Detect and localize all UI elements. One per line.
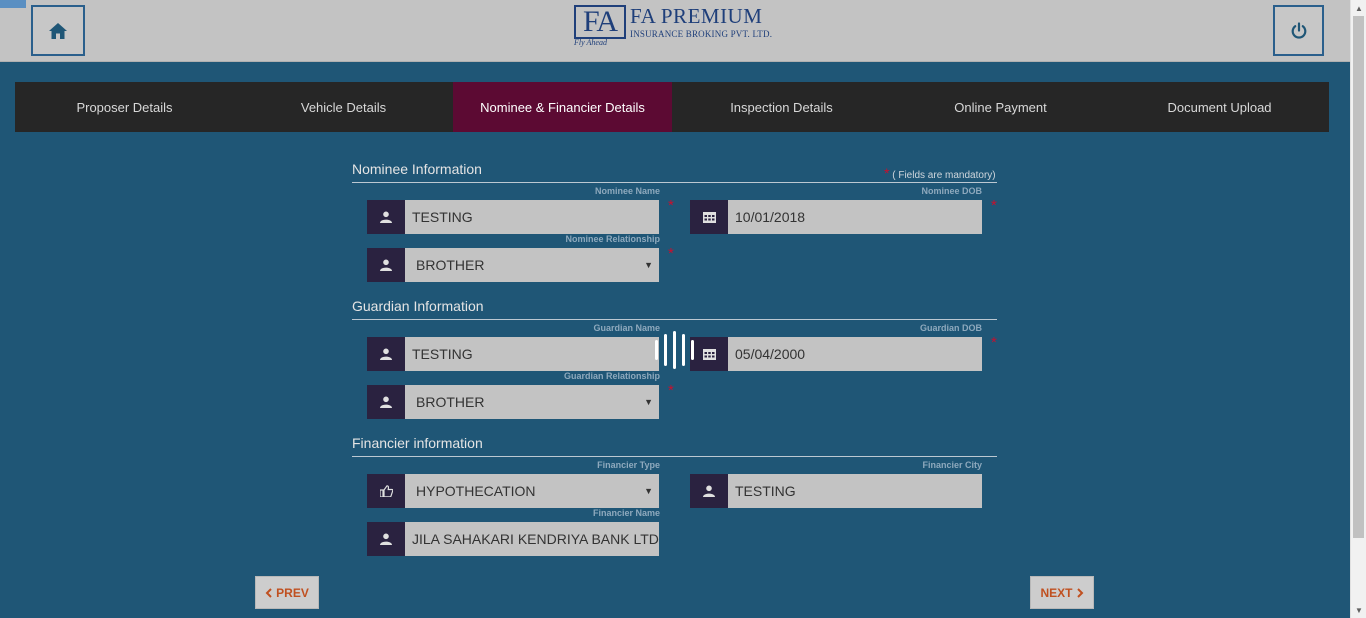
next-button-label: NEXT [1040, 585, 1073, 600]
thumbs-up-icon [367, 474, 405, 508]
nominee-name-input[interactable]: TESTING [405, 200, 659, 234]
user-icon [367, 522, 405, 556]
financier-name-input[interactable]: JILA SAHAKARI KENDRIYA BANK LTD [405, 522, 659, 556]
nominee-name-label: Nominee Name [594, 186, 660, 196]
financier-city-field: TESTING [690, 474, 982, 508]
dropdown-arrow-icon: ▼ [644, 397, 653, 407]
mandatory-note-text: ( Fields are mandatory) [892, 170, 996, 181]
guardian-name-field: TESTING [367, 337, 659, 371]
logout-button[interactable] [1273, 5, 1324, 56]
required-marker: * [991, 334, 997, 351]
financier-city-label: Financier City [922, 460, 982, 470]
mandatory-note: * ( Fields are mandatory) [884, 165, 996, 181]
user-icon [367, 385, 405, 419]
nominee-dob-label: Nominee DOB [921, 186, 982, 196]
top-header: FA Fly Ahead FA PREMIUM INSURANCE BROKIN… [0, 0, 1350, 62]
chevron-right-icon [1076, 587, 1083, 598]
nominee-relationship-select[interactable]: BROTHER ▼ [405, 248, 659, 282]
step-tabs: Proposer Details Vehicle Details Nominee… [15, 82, 1329, 132]
mandatory-star: * [884, 165, 890, 181]
guardian-relationship-select[interactable]: BROTHER ▼ [405, 385, 659, 419]
tab-vehicle-details[interactable]: Vehicle Details [234, 82, 453, 132]
financier-section-title: Financier information [352, 435, 483, 451]
financier-name-label: Financier Name [592, 508, 660, 518]
required-marker: * [668, 245, 674, 262]
company-logo: FA Fly Ahead FA PREMIUM INSURANCE BROKIN… [574, 5, 772, 49]
voice-wave-icon[interactable] [655, 331, 694, 369]
financier-type-field: HYPOTHECATION ▼ [367, 474, 659, 508]
required-marker: * [668, 197, 674, 214]
home-icon [49, 22, 67, 39]
financier-name-field: JILA SAHAKARI KENDRIYA BANK LTD [367, 522, 659, 556]
guardian-dob-input[interactable]: 05/04/2000 [728, 337, 982, 371]
financier-type-value: HYPOTHECATION [416, 483, 536, 499]
user-icon [367, 200, 405, 234]
vertical-scrollbar[interactable]: ▲ ▼ [1350, 0, 1366, 618]
tab-inspection-details[interactable]: Inspection Details [672, 82, 891, 132]
guardian-section-title: Guardian Information [352, 298, 484, 314]
guardian-dob-field: 05/04/2000 [690, 337, 982, 371]
nominee-dob-input[interactable]: 10/01/2018 [728, 200, 982, 234]
guardian-relationship-label: Guardian Relationship [563, 371, 660, 381]
nominee-relationship-label: Nominee Relationship [565, 234, 660, 244]
scroll-up-icon[interactable]: ▲ [1351, 0, 1366, 16]
nominee-dob-field: 10/01/2018 [690, 200, 982, 234]
nominee-relationship-field: BROTHER ▼ [367, 248, 659, 282]
scroll-down-icon[interactable]: ▼ [1351, 602, 1366, 618]
financier-city-input[interactable]: TESTING [728, 474, 982, 508]
guardian-name-label: Guardian Name [593, 323, 660, 333]
dropdown-arrow-icon: ▼ [644, 486, 653, 496]
guardian-relationship-field: BROTHER ▼ [367, 385, 659, 419]
financier-section-divider [352, 456, 997, 457]
nominee-section-divider [352, 182, 997, 183]
financier-type-label: Financier Type [597, 460, 660, 470]
financier-type-select[interactable]: HYPOTHECATION ▼ [405, 474, 659, 508]
required-marker: * [668, 382, 674, 399]
required-marker: * [991, 197, 997, 214]
user-icon [367, 248, 405, 282]
logo-tagline: Fly Ahead [574, 38, 607, 47]
logo-title: FA PREMIUM [630, 4, 763, 28]
corner-mark [0, 0, 26, 8]
calendar-icon [690, 200, 728, 234]
guardian-dob-label: Guardian DOB [919, 323, 982, 333]
calendar-icon [690, 337, 728, 371]
nominee-section-title: Nominee Information [352, 161, 482, 177]
tab-online-payment[interactable]: Online Payment [891, 82, 1110, 132]
chevron-left-icon [265, 587, 272, 598]
nominee-name-field: TESTING [367, 200, 659, 234]
scroll-thumb[interactable] [1353, 16, 1364, 538]
logo-subtitle: INSURANCE BROKING PVT. LTD. [630, 29, 773, 39]
nominee-relationship-value: BROTHER [416, 257, 485, 273]
guardian-section-divider [352, 319, 997, 320]
logo-mark: FA [574, 5, 626, 39]
user-icon [690, 474, 728, 508]
tab-nominee-financier-details[interactable]: Nominee & Financier Details [453, 82, 672, 132]
user-icon [367, 337, 405, 371]
guardian-name-input[interactable]: TESTING [405, 337, 659, 371]
power-icon [1291, 21, 1306, 39]
next-button[interactable]: NEXT [1030, 576, 1094, 609]
tab-proposer-details[interactable]: Proposer Details [15, 82, 234, 132]
prev-button-label: PREV [276, 585, 309, 600]
home-button[interactable] [31, 5, 85, 56]
tab-document-upload[interactable]: Document Upload [1110, 82, 1329, 132]
dropdown-arrow-icon: ▼ [644, 260, 653, 270]
prev-button[interactable]: PREV [255, 576, 319, 609]
guardian-relationship-value: BROTHER [416, 394, 485, 410]
